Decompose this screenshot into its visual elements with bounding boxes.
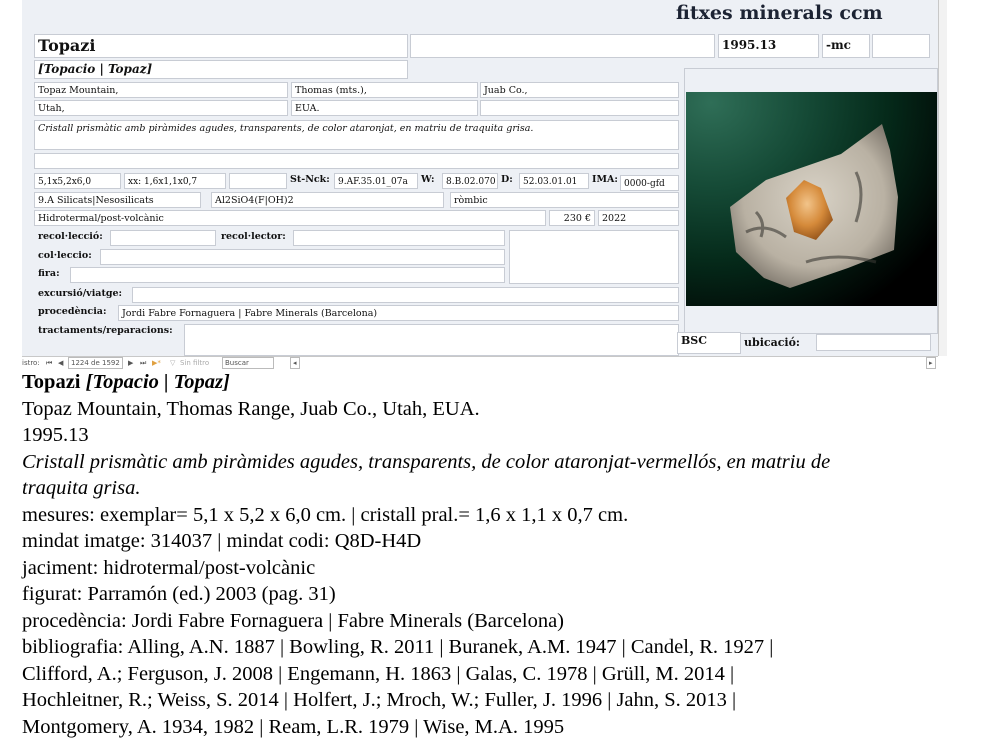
price-field[interactable]: 230 € [549,210,595,226]
report-bibliography-1: bibliografia: Alling, A.N. 1887 | Bowlin… [22,636,774,658]
deposit-field[interactable]: Hidrotermal/post-volcànic [34,210,546,226]
report-provenance: procedència: Jordi Fabre Fornaguera | Fa… [22,609,565,632]
locality-2-field[interactable]: Thomas (mts.), [291,82,478,98]
bsc-field[interactable]: BSC [677,332,741,354]
record-navigation-bar: istro: ⏮ ◀ 1224 de 1592 ▶ ⏭ ▶* ▽ Sin fil… [22,356,938,369]
class-field[interactable]: 9.A Silicats|Nesosilicats [34,192,201,208]
formula-field[interactable]: Al2SiO4(F|OH)2 [211,192,444,208]
d-label: D: [501,174,513,185]
report-bibliography-3: Hochleitner, R.; Weiss, S. 2014 | Holfer… [22,689,737,711]
synonyms-field[interactable]: [Topacio | Topaz] [34,60,408,79]
report-deposit: jaciment: hidrotermal/post-volcànic [22,556,316,579]
ima-label: IMA: [592,174,618,185]
location-label: ubicació: [744,336,800,349]
filter-button[interactable]: Sin filtro [180,358,209,368]
ima-field[interactable]: 0000-gfd [620,175,679,191]
mineral-specimen-image [730,124,898,288]
location-field[interactable] [816,334,931,351]
collection-label: col·leccio: [38,250,92,261]
new-record-button[interactable]: ▶* [152,358,161,368]
locality-5-field[interactable]: EUA. [291,100,478,116]
report-description-2: traquita grisa. [22,477,141,499]
size-field[interactable]: 5,1x5,2x6,0 [34,173,121,189]
next-record-button[interactable]: ▶ [128,358,133,368]
crystal-size-field[interactable]: xx: 1,6x1,1x0,7 [124,173,226,189]
extra-code-field[interactable] [872,34,930,58]
first-record-button[interactable]: ⏮ [46,358,52,368]
w-label: W: [421,174,435,185]
treatments-field[interactable] [184,324,679,356]
report-figured: figurat: Parramón (ed.) 2003 (pag. 31) [22,583,336,605]
report-mindat: mindat imatge: 314037 | mindat codi: Q8D… [22,530,422,552]
d-field[interactable]: 52.03.01.01 [519,173,589,189]
report-catalog-number: 1995.13 [22,424,89,446]
report-title: Topazi [Topacio | Topaz] [22,369,982,396]
scroll-left-button[interactable]: ◂ [290,357,300,369]
locality-6-field[interactable] [480,100,679,116]
strunz-field[interactable]: 9.AF.35.01_07a [334,173,418,189]
strunz-label: St-Nck: [290,174,330,185]
report-measures: mesures: exemplar= 5,1 x 5,2 x 6,0 cm. |… [22,503,629,526]
collection-field[interactable] [100,249,505,265]
catalog-number-field[interactable]: 1995.13 [718,34,819,58]
scroll-right-button[interactable]: ▸ [926,357,936,369]
fair-field[interactable] [70,267,505,283]
locality-1-field[interactable]: Topaz Mountain, [34,82,288,98]
trip-label: excursió/viatge: [38,288,123,299]
size-extra-field[interactable] [229,173,287,189]
report-name: Topazi [22,371,81,393]
report-description-1: Cristall prismàtic amb piràmides agudes,… [22,450,831,473]
last-record-button[interactable]: ⏭ [140,358,146,368]
search-input[interactable]: Buscar [222,357,274,369]
filter-icon[interactable]: ▽ [170,358,175,368]
description-field[interactable]: Cristall prismàtic amb piràmides agudes,… [34,120,679,150]
locality-3-field[interactable]: Juab Co., [480,82,679,98]
vertical-scrollbar[interactable] [938,0,947,356]
fair-label: fira: [38,268,60,279]
report-text: Topazi [Topacio | Topaz] Topaz Mountain,… [22,369,982,740]
recollection-field[interactable] [110,230,216,246]
suffix-field[interactable]: -mc [822,34,870,58]
provenance-field[interactable]: Jordi Fabre Fornaguera | Fabre Minerals … [118,305,679,321]
crystal-system-field[interactable]: ròmbic [450,192,679,208]
mineral-photo [686,92,937,306]
locality-4-field[interactable]: Utah, [34,100,288,116]
record-position-input[interactable]: 1224 de 1592 [68,357,123,369]
provenance-label: procedència: [38,306,107,317]
report-bibliography-4: Montgomery, A. 1934, 1982 | Ream, L.R. 1… [22,715,565,738]
report-locality: Topaz Mountain, Thomas Range, Juab Co., … [22,397,480,420]
trip-field[interactable] [132,287,679,303]
notes-field[interactable] [34,153,679,169]
app-title: fitxes minerals ccm [676,2,883,24]
recollection-label: recol·lecció: [38,231,103,242]
w-field[interactable]: 8.B.02.070 [442,173,498,189]
collector-field[interactable] [293,230,505,246]
name-extra-field[interactable] [410,34,715,58]
report-synonyms: [Topacio | Topaz] [85,371,230,393]
name-field[interactable]: Topazi [34,34,408,58]
collector-label: recol·lector: [221,231,286,242]
report-bibliography-2: Clifford, A.; Ferguson, J. 2008 | Engema… [22,662,735,685]
year-field[interactable]: 2022 [598,210,679,226]
previous-record-button[interactable]: ◀ [58,358,63,368]
record-label: istro: [22,359,40,367]
treatments-label: tractaments/reparacions: [38,325,173,336]
notes-box[interactable] [509,230,679,284]
